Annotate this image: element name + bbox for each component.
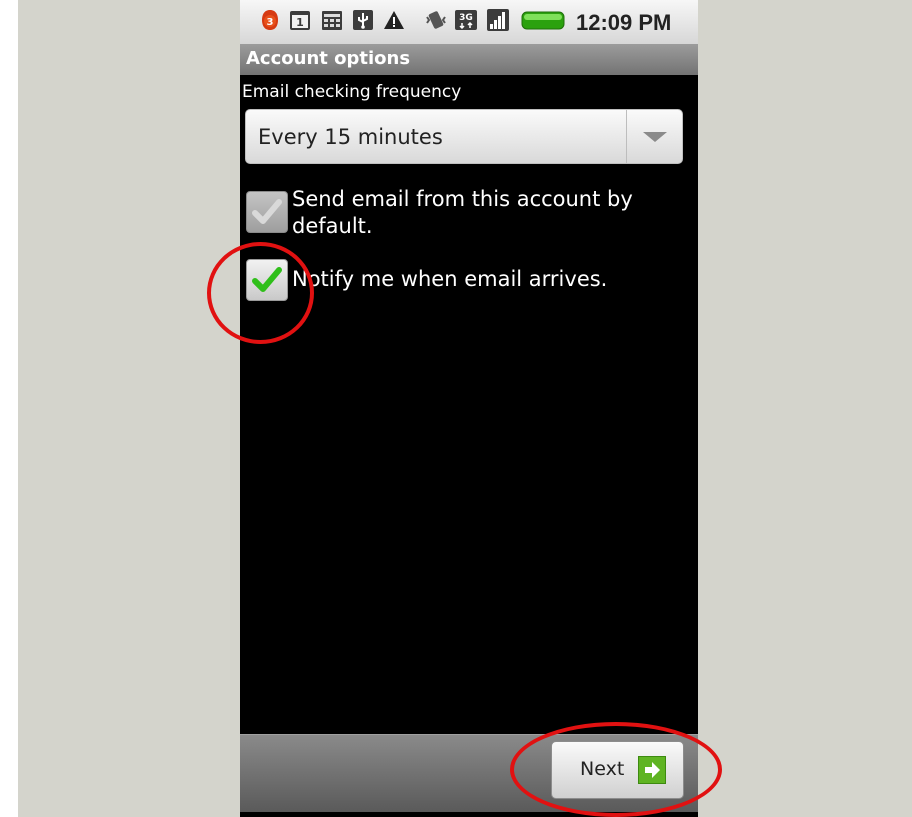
- frequency-label: Email checking frequency: [242, 82, 462, 102]
- arrow-right-icon: [638, 756, 666, 784]
- usb-icon: [351, 8, 375, 32]
- status-time: 12:09 PM: [576, 10, 672, 35]
- checkmark-icon: [252, 267, 282, 292]
- frequency-value: Every 15 minutes: [258, 125, 443, 149]
- notification-badge-icon[interactable]: 3: [258, 8, 282, 32]
- notify-email-label: Notify me when email arrives.: [292, 267, 608, 291]
- notification-badge-count: 3: [267, 17, 274, 28]
- page-title: Account options: [246, 48, 411, 69]
- battery-icon: [518, 8, 570, 32]
- default-account-label: Send email from this account by default.: [292, 187, 633, 238]
- vibrate-icon: [424, 8, 448, 32]
- chevron-down-icon: [642, 131, 667, 142]
- network-type-label: 3G: [459, 13, 473, 23]
- bottom-action-bar: Next: [240, 734, 698, 812]
- spinner-dropdown[interactable]: [626, 110, 682, 163]
- frequency-spinner[interactable]: Every 15 minutes: [245, 109, 683, 164]
- warning-icon: [382, 8, 406, 32]
- default-account-checkbox[interactable]: [246, 191, 288, 233]
- next-button[interactable]: Next: [551, 741, 684, 799]
- calendar-icon: 1: [288, 8, 312, 32]
- keyboard-icon: [320, 8, 344, 32]
- notify-email-checkbox[interactable]: [246, 259, 288, 301]
- calendar-day: 1: [296, 16, 304, 29]
- phone-screen: 3 1 3G 12:09 PM Account options Email ch…: [240, 0, 698, 817]
- title-bar: Account options: [240, 44, 698, 75]
- network-3g-icon: 3G: [454, 8, 478, 32]
- status-bar: 3 1 3G 12:09 PM: [240, 0, 698, 45]
- signal-icon: [486, 8, 510, 32]
- checkmark-icon: [252, 199, 282, 224]
- next-button-label: Next: [580, 758, 625, 780]
